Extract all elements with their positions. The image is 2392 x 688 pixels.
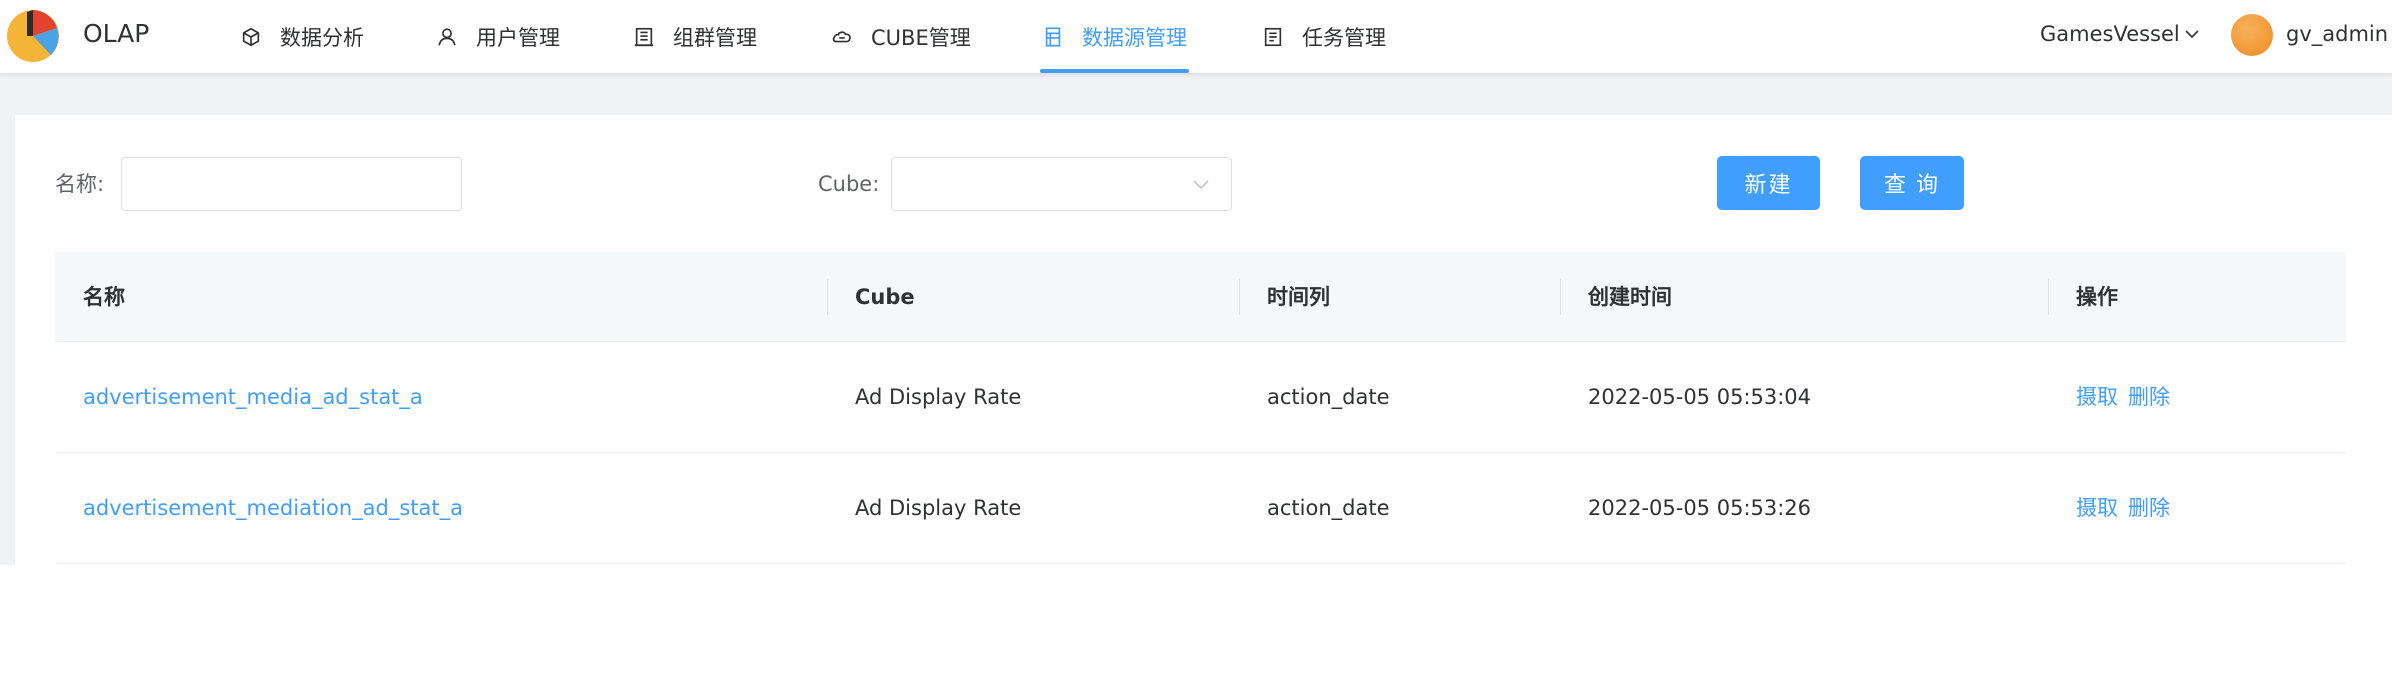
user-icon — [438, 27, 456, 45]
column-divider — [1239, 279, 1240, 315]
cell-actions: 摄取 删除 — [2076, 342, 2180, 453]
cell-created: 2022-05-05 05:53:26 — [1588, 496, 1812, 520]
cell-time-column: action_date — [1267, 385, 1390, 409]
column-header-time-column: 时间列 — [1267, 285, 1330, 309]
table-header: 名称 Cube 时间列 创建时间 操作 — [55, 252, 2346, 342]
column-header-actions: 操作 — [2076, 285, 2118, 309]
nav-item-task-management[interactable]: 任务管理 — [1262, 0, 1386, 73]
top-navigation-bar: OLAP 数据分析 用户管理 组群管理 CUBE管理 数据源管理 任务管理 Ga… — [0, 0, 2392, 73]
content-background — [0, 73, 2392, 115]
cell-cube: Ad Display Rate — [855, 385, 1022, 409]
cloud-icon — [832, 30, 851, 42]
nav-label: 用户管理 — [476, 25, 560, 50]
building-icon — [634, 27, 654, 46]
cell-actions: 摄取 删除 — [2076, 453, 2180, 564]
brand-name: OLAP — [83, 19, 150, 48]
chevron-down-icon — [1193, 180, 1209, 190]
cell-time-column: action_date — [1267, 496, 1390, 520]
datasource-icon — [1045, 26, 1061, 47]
table-row: advertisement_mediation_ad_stat_a Ad Dis… — [55, 453, 2346, 564]
column-divider — [2048, 279, 2049, 315]
new-button[interactable]: 新建 — [1717, 156, 1820, 210]
cube-icon — [242, 27, 260, 46]
nav-label: CUBE管理 — [871, 25, 971, 50]
datasource-name-link[interactable]: advertisement_mediation_ad_stat_a — [83, 453, 463, 564]
cube-filter-label: Cube: — [818, 172, 880, 196]
workspace-name: GamesVessel — [2040, 22, 2180, 46]
nav-label: 数据源管理 — [1082, 25, 1187, 50]
cell-created: 2022-05-05 05:53:04 — [1588, 385, 1812, 409]
datasource-name-link[interactable]: advertisement_media_ad_stat_a — [83, 342, 423, 453]
column-divider — [1560, 279, 1561, 315]
column-header-created: 创建时间 — [1588, 285, 1672, 309]
nav-label: 任务管理 — [1302, 25, 1386, 50]
nav-label: 数据分析 — [280, 25, 364, 50]
delete-link[interactable]: 删除 — [2128, 496, 2170, 520]
cell-cube: Ad Display Rate — [855, 496, 1022, 520]
username[interactable]: gv_admin — [2286, 0, 2388, 68]
datasource-table: 名称 Cube 时间列 创建时间 操作 advertisement_media_… — [55, 252, 2346, 564]
nav-item-user-management[interactable]: 用户管理 — [436, 0, 560, 73]
name-filter-input[interactable] — [121, 157, 462, 211]
delete-link[interactable]: 删除 — [2128, 385, 2170, 409]
workspace-dropdown[interactable]: GamesVessel — [2040, 0, 2200, 68]
nav-item-cube-management[interactable]: CUBE管理 — [831, 0, 971, 73]
nav-label: 组群管理 — [673, 25, 757, 50]
table-row: advertisement_media_ad_stat_a Ad Display… — [55, 342, 2346, 453]
avatar[interactable] — [2231, 14, 2273, 56]
nav-item-datasource-management[interactable]: 数据源管理 — [1040, 0, 1189, 73]
query-button[interactable]: 查 询 — [1860, 156, 1964, 210]
ingest-link[interactable]: 摄取 — [2076, 385, 2118, 409]
task-list-icon — [1264, 27, 1282, 46]
ingest-link[interactable]: 摄取 — [2076, 496, 2118, 520]
column-header-cube: Cube — [855, 285, 915, 309]
column-divider — [827, 279, 828, 315]
cube-select[interactable] — [891, 157, 1232, 211]
olap-logo-icon — [7, 10, 59, 62]
nav-item-data-analysis[interactable]: 数据分析 — [240, 0, 364, 73]
nav-item-group-management[interactable]: 组群管理 — [633, 0, 757, 73]
name-filter-label: 名称: — [55, 172, 105, 196]
chevron-down-icon — [2185, 30, 2199, 39]
column-header-name: 名称 — [83, 285, 125, 309]
content-background-left — [0, 115, 15, 565]
